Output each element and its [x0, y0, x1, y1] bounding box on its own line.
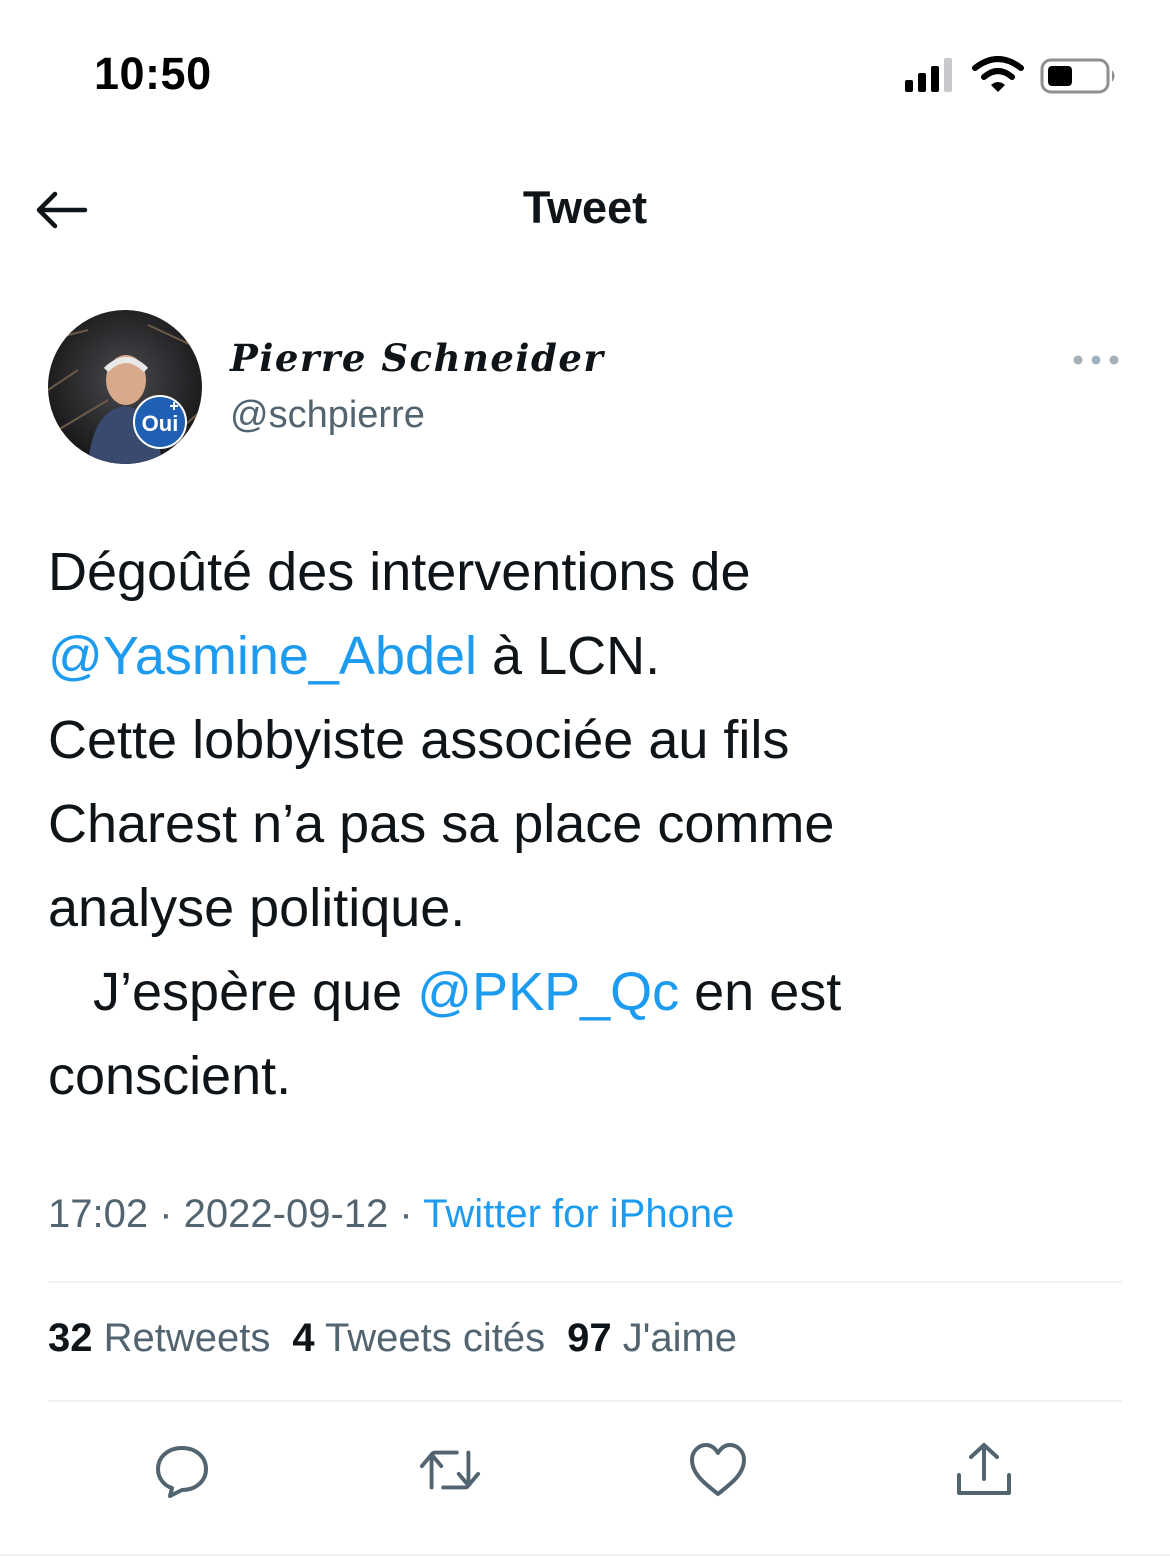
meta-separator: · — [388, 1192, 424, 1236]
meta-separator: · — [148, 1192, 184, 1236]
back-button[interactable] — [26, 180, 96, 240]
retweets-label: Retweets — [103, 1316, 271, 1360]
tweet-text-segment: à LCN. — [477, 626, 661, 686]
author-handle[interactable]: @schpierre — [230, 394, 425, 437]
retweets-count: 32 — [48, 1316, 93, 1360]
share-button[interactable] — [952, 1438, 1016, 1502]
tweet-text-line: Charest n’a pas sa place comme — [48, 782, 1128, 866]
retweets-stat[interactable]: 32 Retweets — [48, 1316, 270, 1360]
tweet-meta: 17:02 · 2022-09-12 · Twitter for iPhone — [48, 1192, 734, 1237]
retweet-button[interactable] — [418, 1438, 482, 1502]
tweet-text-line: analyse politique. — [48, 866, 1128, 950]
tweet-text-segment: Dégoûté des interventions de — [48, 542, 751, 602]
tweet-text-segment: en est — [679, 962, 842, 1022]
share-icon — [957, 1443, 1011, 1495]
retweet-icon — [419, 1450, 481, 1490]
likes-stat[interactable]: 97 J'aime — [567, 1316, 737, 1360]
quotes-label: Tweets cités — [325, 1316, 546, 1360]
tweet-text-segment: J’espère que — [48, 962, 418, 1022]
avatar-badge-text: Oui — [142, 411, 179, 436]
reply-icon — [156, 1446, 208, 1498]
page-title: Tweet — [522, 182, 648, 233]
arrow-left-icon — [36, 191, 88, 229]
tweet-text-segment: Charest n’a pas sa place comme — [48, 794, 835, 854]
tweet-time: 17:02 — [48, 1192, 149, 1236]
tweet-date: 2022-09-12 — [183, 1192, 389, 1236]
nav-bar: Tweet — [0, 160, 1170, 260]
more-horizontal-icon — [1073, 355, 1119, 365]
likes-label: J'aime — [622, 1316, 738, 1360]
cellular-signal-icon — [905, 58, 952, 92]
tweet-text-line: conscient. — [48, 1034, 1128, 1118]
reply-button[interactable] — [150, 1438, 214, 1502]
mention-link[interactable]: @Yasmine_Abdel — [48, 626, 477, 686]
tweet-text: Dégoûté des interventions de @Yasmine_Abd… — [48, 530, 1128, 1118]
tweet-text-segment: conscient. — [48, 1046, 292, 1106]
tweet-text-line: J’espère que @PKP_Qc en est — [48, 950, 1128, 1034]
tweet-stats: 32 Retweets 4 Tweets cités 97 J'aime — [48, 1316, 759, 1361]
heart-icon — [690, 1443, 746, 1496]
battery-icon — [1040, 58, 1115, 94]
status-time: 10:50 — [94, 48, 212, 99]
tweet-text-line: @Yasmine_Abdel à LCN. — [48, 614, 1128, 698]
divider — [0, 1554, 1170, 1556]
tweet-text-segment: Cette lobbyiste associée au fils — [48, 710, 790, 770]
author-display-name[interactable]: Pierre Schneider — [230, 336, 604, 380]
likes-count: 97 — [567, 1316, 612, 1360]
quotes-stat[interactable]: 4 Tweets cités — [292, 1316, 545, 1360]
avatar-image: Oui — [48, 310, 202, 464]
divider — [48, 1281, 1122, 1283]
tweet-text-segment: analyse politique. — [48, 878, 466, 938]
tweet-text-line: Cette lobbyiste associée au fils — [48, 698, 1128, 782]
more-options-button[interactable] — [1068, 344, 1124, 376]
avatar[interactable]: Oui — [48, 310, 202, 464]
quotes-count: 4 — [292, 1316, 315, 1360]
divider — [48, 1400, 1122, 1402]
wifi-icon — [972, 56, 1024, 92]
tweet-text-line: Dégoûté des interventions de — [48, 530, 1128, 614]
like-button[interactable] — [686, 1438, 750, 1502]
mention-link[interactable]: @PKP_Qc — [417, 962, 679, 1022]
status-bar: 10:50 — [0, 0, 1170, 140]
tweet-source-link[interactable]: Twitter for iPhone — [423, 1192, 734, 1236]
